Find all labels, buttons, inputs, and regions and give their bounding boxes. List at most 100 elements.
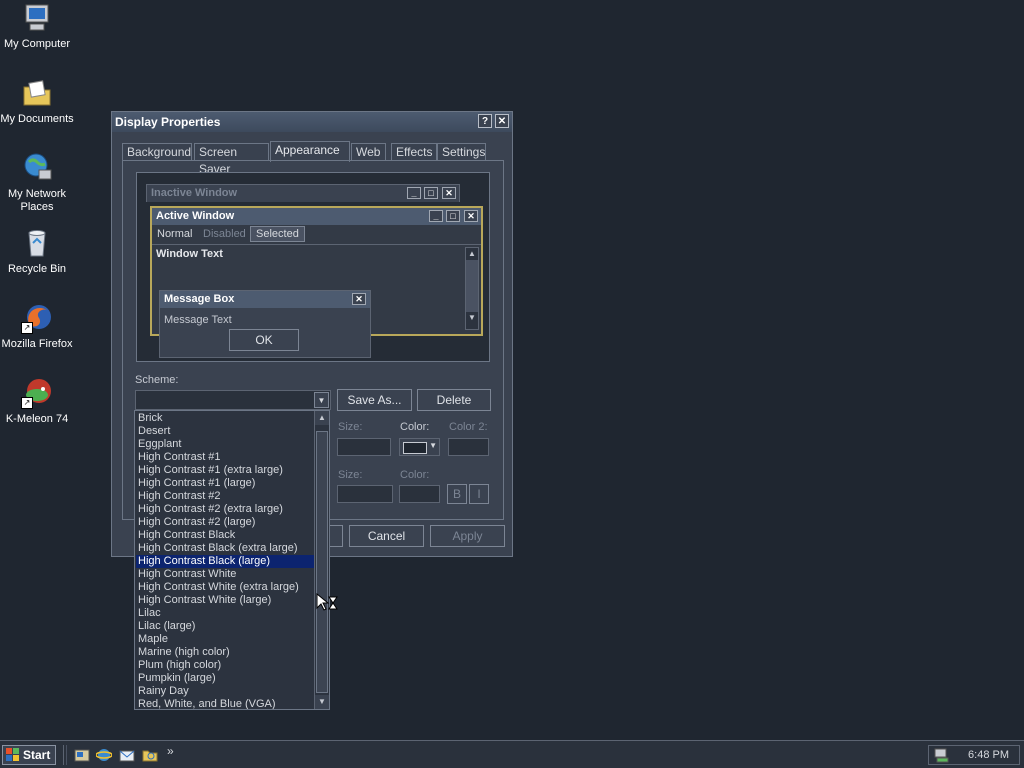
scheme-list-item[interactable]: Maple — [136, 633, 314, 646]
windows-logo-icon — [6, 748, 19, 761]
scheme-dropdown[interactable]: ▼ — [135, 390, 331, 410]
scroll-down-icon: ▼ — [468, 313, 476, 322]
item-size-stepper — [337, 438, 391, 456]
scheme-list-item[interactable]: High Contrast #1 — [136, 451, 314, 464]
quicklaunch-separator — [63, 745, 67, 765]
desktop-icon-k-meleon[interactable]: ↗ K-Meleon 74 — [0, 377, 74, 426]
scheme-list-item[interactable]: Lilac (large) — [136, 620, 314, 633]
internet-explorer-icon[interactable] — [95, 747, 113, 763]
busy-cursor-icon — [316, 592, 338, 616]
help-button[interactable]: ? — [478, 114, 492, 128]
dialog-titlebar[interactable]: Display Properties ? ✕ — [112, 112, 512, 132]
desktop-icon-my-computer[interactable]: My Computer — [0, 2, 74, 51]
scheme-list-item[interactable]: Plum (high color) — [136, 659, 314, 672]
save-as-button[interactable]: Save As... — [337, 389, 412, 411]
outlook-express-icon[interactable] — [119, 747, 135, 763]
scheme-list-item[interactable]: Brick — [136, 412, 314, 425]
scheme-list-items: Brick Desert Eggplant High Contrast #1 High … — [136, 412, 314, 709]
scheme-list-item[interactable]: Eggplant — [136, 438, 314, 451]
tab-web[interactable]: Web — [351, 143, 386, 161]
item-color2-label: Color 2: — [449, 421, 488, 433]
window-text: Window Text — [156, 248, 223, 260]
network-tray-icon[interactable] — [933, 747, 949, 766]
scroll-up-icon[interactable]: ▲ — [315, 411, 329, 425]
font-size-label: Size: — [338, 469, 363, 481]
start-button[interactable]: Start — [2, 745, 56, 765]
folder-documents-icon — [21, 77, 53, 109]
explorer-icon[interactable] — [142, 747, 158, 763]
scroll-down-icon[interactable]: ▼ — [315, 695, 329, 709]
maximize-icon: □ — [424, 187, 438, 199]
tab-settings[interactable]: Settings — [437, 143, 486, 161]
shortcut-arrow-icon: ↗ — [21, 397, 33, 409]
apply-button[interactable]: Apply — [430, 525, 505, 547]
scheme-list-item[interactable]: High Contrast #2 — [136, 490, 314, 503]
tab-screen-saver[interactable]: Screen Saver — [194, 143, 269, 176]
firefox-icon: ↗ — [21, 302, 53, 334]
scroll-up-icon: ▲ — [468, 249, 476, 258]
scheme-list-item[interactable]: High Contrast Black (extra large) — [136, 542, 314, 555]
scheme-list-item[interactable]: High Contrast White (large) — [136, 594, 314, 607]
scroll-thumb — [466, 260, 478, 312]
scheme-list-scrollbar[interactable]: ▲ ▼ — [314, 411, 329, 709]
minimize-icon: _ — [429, 210, 443, 222]
minimize-icon: _ — [407, 187, 421, 199]
dialog-title: Display Properties — [115, 115, 221, 129]
tab-appearance[interactable]: Appearance — [270, 141, 350, 162]
desktop-icon-label: My Documents — [0, 113, 74, 125]
tab-effects[interactable]: Effects — [391, 143, 437, 161]
delete-button[interactable]: Delete — [417, 389, 491, 411]
computer-icon — [21, 2, 53, 34]
close-button[interactable]: ✕ — [495, 114, 509, 128]
desktop-icon-label: My Network Places — [7, 188, 67, 213]
show-desktop-icon[interactable] — [74, 747, 90, 763]
message-box-preview: Message Box ✕ Message Text OK — [159, 290, 371, 358]
chevron-down-icon[interactable]: ▼ — [314, 392, 329, 408]
scheme-list-item[interactable]: High Contrast #1 (extra large) — [136, 464, 314, 477]
recycle-bin-icon — [21, 227, 53, 259]
scheme-list-item[interactable]: High Contrast White (extra large) — [136, 581, 314, 594]
preview-ok-button: OK — [229, 329, 299, 351]
maximize-icon: □ — [446, 210, 460, 222]
scheme-dropdown-list[interactable]: Brick Desert Eggplant High Contrast #1 High … — [134, 410, 330, 710]
scheme-list-item[interactable]: Red, White, and Blue (VGA) — [136, 698, 314, 709]
cancel-button[interactable]: Cancel — [349, 525, 424, 547]
quicklaunch-chevron[interactable]: » — [167, 744, 174, 758]
chevron-down-icon: ▼ — [429, 441, 437, 450]
scroll-thumb[interactable] — [316, 431, 328, 693]
scheme-list-item[interactable]: Pumpkin (large) — [136, 672, 314, 685]
network-icon — [21, 152, 53, 184]
message-text: Message Text — [164, 314, 232, 326]
desktop-icon-label: My Computer — [3, 38, 71, 50]
scheme-list-item[interactable]: Desert — [136, 425, 314, 438]
scheme-list-item[interactable]: High Contrast Black — [136, 529, 314, 542]
k-meleon-icon: ↗ — [21, 377, 53, 409]
desktop-icon-my-documents[interactable]: My Documents — [0, 77, 74, 126]
scheme-list-item[interactable]: High Contrast White — [136, 568, 314, 581]
color-swatch — [403, 442, 427, 454]
font-color-label: Color: — [400, 469, 430, 481]
scheme-list-item[interactable]: High Contrast Black (large) — [136, 555, 314, 568]
desktop-icon-network[interactable]: My Network Places — [0, 152, 74, 214]
taskbar: Start » 6:48 PM — [0, 740, 1024, 768]
scheme-list-item[interactable]: High Contrast #2 (large) — [136, 516, 314, 529]
font-color-picker — [399, 485, 440, 503]
scheme-list-item[interactable]: Rainy Day — [136, 685, 314, 698]
item-color-picker[interactable]: ▼ — [399, 438, 440, 456]
desktop-icon-firefox[interactable]: ↗ Mozilla Firefox — [0, 302, 74, 351]
scheme-list-item[interactable]: High Contrast #2 (extra large) — [136, 503, 314, 516]
scheme-list-item[interactable]: High Contrast #1 (large) — [136, 477, 314, 490]
desktop-icon-recycle-bin[interactable]: Recycle Bin — [0, 227, 74, 276]
item-color2-picker — [448, 438, 489, 456]
item-size-label: Size: — [338, 421, 363, 433]
inactive-window-preview: Inactive Window _ □ ✕ — [146, 184, 460, 202]
scheme-list-item[interactable]: Marine (high color) — [136, 646, 314, 659]
clock[interactable]: 6:48 PM — [968, 749, 1009, 761]
tab-background[interactable]: Background — [122, 143, 192, 161]
font-size-dropdown — [337, 485, 393, 503]
item-color-label: Color: — [400, 421, 430, 433]
menu-disabled: Disabled — [203, 228, 246, 240]
scheme-list-item[interactable]: Lilac — [136, 607, 314, 620]
close-icon: ✕ — [352, 293, 366, 305]
system-tray: 6:48 PM — [928, 745, 1020, 765]
